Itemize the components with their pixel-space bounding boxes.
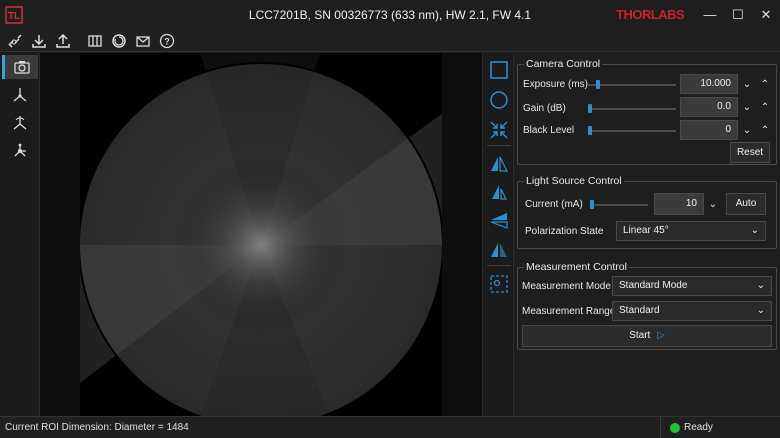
- measurement-mode-value: Standard Mode: [619, 280, 688, 291]
- chevron-down-icon: ⌄: [750, 225, 759, 236]
- status-divider: [660, 417, 661, 438]
- light-source-control-group: Light Source Control Current (mA) 10 ⌄ ⌃…: [517, 175, 777, 249]
- polarization-label: Polarization State: [525, 226, 604, 237]
- gain-decrease-button[interactable]: ⌄: [738, 97, 756, 117]
- camera-control-group: Camera Control Exposure (ms) 10.000 ⌄ ⌃ …: [517, 58, 777, 165]
- light-source-control-title: Light Source Control: [524, 175, 624, 187]
- black-level-decrease-button[interactable]: ⌄: [738, 120, 756, 140]
- title-bar: TL LCC7201B, SN 00326773 (633 nm), HW 2.…: [0, 0, 780, 30]
- polarization-select[interactable]: Linear 45° ⌄: [616, 221, 766, 241]
- tool-divider: [487, 265, 511, 266]
- download-icon[interactable]: [30, 32, 48, 50]
- current-label: Current (mA): [525, 199, 583, 210]
- current-slider-handle[interactable]: [590, 200, 594, 209]
- brand-logo: THORLABS: [616, 7, 685, 22]
- close-button[interactable]: ✕: [752, 4, 780, 26]
- polarization-pattern-image: [78, 53, 444, 428]
- select-region-icon[interactable]: [488, 273, 510, 295]
- mirror-icon[interactable]: [488, 239, 510, 261]
- measurement-mode-label: Measurement Mode: [522, 281, 611, 292]
- flip-horizontal-icon[interactable]: [488, 153, 510, 175]
- chevron-down-icon: ⌄: [756, 305, 765, 316]
- play-icon: ▷: [657, 330, 665, 341]
- axes-rotate-icon[interactable]: [2, 111, 38, 135]
- drawing-tools-strip: [482, 53, 514, 416]
- gain-slider-handle[interactable]: [588, 104, 592, 113]
- current-slider[interactable]: [590, 204, 648, 206]
- rectangle-roi-icon[interactable]: [488, 59, 510, 81]
- measurement-range-select[interactable]: Standard ⌄: [612, 301, 772, 321]
- grid-icon[interactable]: [86, 32, 104, 50]
- exposure-slider[interactable]: [588, 84, 676, 86]
- chevron-down-icon: ⌄: [756, 280, 765, 291]
- svg-text:?: ?: [164, 37, 170, 47]
- measurement-range-value: Standard: [619, 305, 660, 316]
- measurement-mode-select[interactable]: Standard Mode ⌄: [612, 276, 772, 296]
- measurement-range-label: Measurement Range: [522, 306, 616, 317]
- left-sidebar: [0, 53, 40, 416]
- control-panel: Camera Control Exposure (ms) 10.000 ⌄ ⌃ …: [514, 53, 780, 416]
- black-level-label: Black Level: [523, 125, 575, 136]
- start-label: Start: [629, 330, 651, 341]
- rotate-left-icon[interactable]: [488, 181, 510, 203]
- status-bar: Current ROI Dimension: Diameter = 1484 R…: [0, 416, 780, 438]
- status-indicator-icon: [670, 423, 680, 433]
- exposure-increase-button[interactable]: ⌃: [756, 74, 774, 94]
- camera-icon[interactable]: [2, 55, 38, 79]
- black-level-slider-handle[interactable]: [588, 126, 592, 135]
- current-decrease-button[interactable]: ⌄: [704, 194, 722, 214]
- connect-icon[interactable]: [6, 32, 24, 50]
- axes-icon[interactable]: [2, 83, 38, 107]
- current-input[interactable]: 10: [654, 193, 704, 215]
- polarization-value: Linear 45°: [623, 225, 669, 236]
- toolbar: ?: [0, 30, 780, 52]
- measurement-control-group: Measurement Control Measurement Mode Sta…: [517, 261, 777, 350]
- black-level-input[interactable]: 0: [680, 120, 738, 140]
- roi-dimension-text: Current ROI Dimension: Diameter = 1484: [5, 422, 189, 433]
- minimize-button[interactable]: —: [696, 4, 724, 26]
- tool-divider: [487, 145, 511, 146]
- camera-control-title: Camera Control: [524, 58, 603, 70]
- email-icon[interactable]: [134, 32, 152, 50]
- upload-icon[interactable]: [54, 32, 72, 50]
- gain-label: Gain (dB): [523, 103, 566, 114]
- gain-increase-button[interactable]: ⌃: [756, 97, 774, 117]
- black-level-slider[interactable]: [588, 130, 676, 132]
- reset-button[interactable]: Reset: [730, 142, 770, 163]
- exposure-slider-handle[interactable]: [596, 80, 600, 89]
- exposure-decrease-button[interactable]: ⌄: [738, 74, 756, 94]
- help-icon[interactable]: ?: [158, 32, 176, 50]
- network-icon[interactable]: [2, 139, 38, 163]
- camera-image[interactable]: [78, 53, 444, 428]
- auto-button[interactable]: Auto: [726, 193, 766, 215]
- measurement-control-title: Measurement Control: [524, 261, 629, 273]
- circle-roi-icon[interactable]: [488, 89, 510, 111]
- gain-input[interactable]: 0.0: [680, 97, 738, 117]
- gain-slider[interactable]: [588, 108, 676, 110]
- status-ready-text: Ready: [684, 422, 713, 433]
- exposure-label: Exposure (ms): [523, 79, 589, 90]
- flip-vertical-icon[interactable]: [488, 209, 510, 231]
- start-button[interactable]: Start ▷: [522, 325, 772, 347]
- refresh-icon[interactable]: [110, 32, 128, 50]
- camera-image-view[interactable]: [40, 53, 482, 428]
- black-level-increase-button[interactable]: ⌃: [756, 120, 774, 140]
- maximize-button[interactable]: ☐: [724, 4, 752, 26]
- exposure-input[interactable]: 10.000: [680, 74, 738, 94]
- shrink-icon[interactable]: [488, 119, 510, 141]
